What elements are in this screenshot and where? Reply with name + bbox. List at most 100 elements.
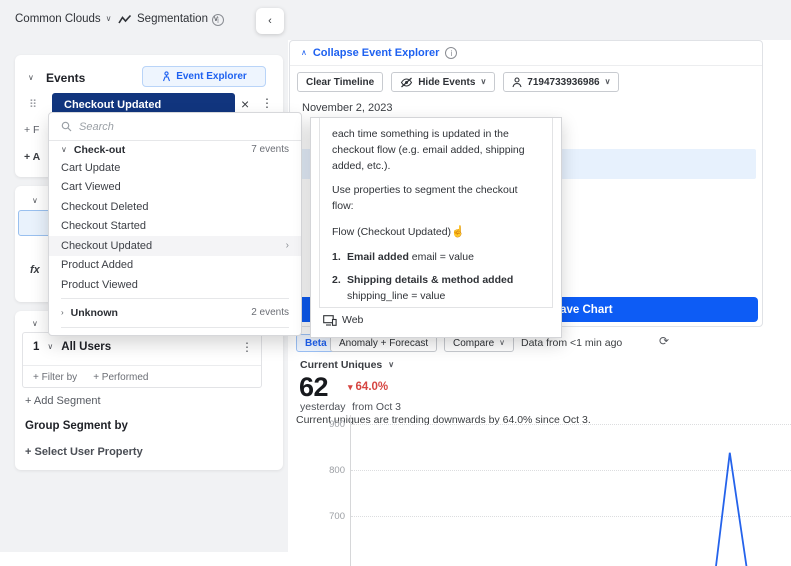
segment-index: 1: [33, 341, 40, 353]
event-explorer-label: Event Explorer: [176, 71, 247, 82]
event-select-dropdown: ∨ Check-out 7 events Cart Update Cart Vi…: [48, 112, 302, 336]
chevron-down-icon[interactable]: ∨: [28, 73, 34, 82]
segment-header[interactable]: 1 ∨ All Users: [33, 341, 111, 353]
group-label: Unknown: [70, 306, 118, 319]
event-explorer-icon: [163, 71, 171, 82]
compare-note: from Oct 3: [352, 401, 402, 413]
group-label: Check-out: [73, 143, 126, 156]
dropdown-item[interactable]: Checkout Deleted: [49, 197, 301, 217]
collapse-sidebar-button[interactable]: ‹: [256, 8, 284, 34]
workspace-selector[interactable]: Common Clouds ∨: [15, 13, 112, 25]
segment-box: 1 ∨ All Users ⋮ + Filter by + Performed: [22, 332, 262, 388]
tooltip-step: 2. Shipping details & method added shippi…: [332, 273, 540, 305]
add-event-link-fragment[interactable]: + A: [24, 151, 40, 163]
tooltip-step: 1. Email added email = value: [332, 250, 540, 266]
chart-type-name: Segmentation: [137, 13, 208, 25]
plot-area: 900 800 700: [329, 415, 791, 566]
step-number: 1.: [332, 250, 341, 263]
segment-name: All Users: [61, 341, 112, 353]
kebab-menu-icon[interactable]: ⋮: [261, 96, 273, 110]
item-label: Checkout Started: [61, 220, 146, 233]
data-freshness-label: Data from <1 min ago: [521, 337, 623, 349]
kebab-menu-icon[interactable]: ⋮: [241, 340, 253, 354]
performed-link[interactable]: + Performed: [93, 372, 148, 383]
chevron-up-icon: ∧: [301, 48, 307, 57]
metric-label: Current Uniques: [300, 359, 383, 371]
refresh-icon[interactable]: ⟳: [659, 334, 669, 348]
dropdown-item[interactable]: Product Viewed: [49, 275, 301, 295]
devices-icon: [323, 314, 337, 326]
event-search-input[interactable]: [79, 120, 259, 133]
hide-events-button[interactable]: Hide Events ∨: [391, 72, 496, 92]
chevron-left-icon: ‹: [268, 15, 272, 27]
eye-slash-icon: [401, 77, 413, 87]
dropdown-item[interactable]: Checkout Started: [49, 217, 301, 237]
event-explorer-button[interactable]: Event Explorer: [142, 66, 266, 87]
platform-row: Web: [311, 308, 561, 332]
chart-type-selector[interactable]: Segmentation ∨: [118, 13, 219, 25]
period-label: yesterday: [300, 401, 346, 413]
y-axis-tick: 700: [329, 511, 345, 523]
filter-by-link-fragment[interactable]: + F: [24, 124, 39, 136]
pointer-cursor-icon: ☝: [451, 225, 465, 238]
select-user-property-link[interactable]: + Select User Property: [25, 446, 143, 458]
chevron-down-icon: ∨: [604, 77, 611, 86]
dropdown-group-unknown[interactable]: › Unknown 2 events: [49, 302, 301, 324]
device-id-label: 7194733936986: [527, 76, 600, 88]
y-axis-tick: 900: [329, 419, 345, 431]
y-axis-tick: 800: [329, 465, 345, 477]
chevron-down-icon: ∨: [61, 144, 67, 154]
event-tooltip-popover: each time something is updated in the ch…: [310, 117, 562, 338]
item-label: Cart Update: [61, 161, 121, 174]
anomaly-forecast-label: Anomaly + Forecast: [339, 337, 429, 349]
group-segment-by-heading: Group Segment by: [25, 420, 128, 432]
info-icon[interactable]: i: [212, 14, 224, 26]
hide-events-label: Hide Events: [418, 76, 476, 88]
group-count: 2 events: [251, 307, 289, 318]
dropdown-item-highlighted[interactable]: Checkout Updated ›: [49, 236, 301, 256]
beta-label: Beta: [305, 337, 327, 349]
step-property: Email added: [347, 250, 409, 263]
search-icon: [61, 121, 72, 132]
dropdown-item[interactable]: Cart Update: [49, 158, 301, 178]
step-detail: shipping_line = value: [347, 290, 446, 302]
chevron-right-icon: ›: [285, 240, 289, 252]
close-icon[interactable]: ×: [241, 96, 249, 112]
page-bottom-strip: [0, 552, 288, 566]
add-segment-link[interactable]: + Add Segment: [25, 395, 101, 407]
drag-handle-icon[interactable]: ⠿: [29, 98, 37, 111]
tooltip-intro: each time something is updated in the ch…: [332, 128, 525, 172]
device-id-selector[interactable]: 7194733936986 ∨: [503, 72, 620, 92]
item-label: Cart Viewed: [61, 181, 121, 194]
user-icon: [512, 76, 522, 87]
tooltip-flow-line: Flow (Checkout Updated)☝: [332, 224, 540, 241]
app-screen: Common Clouds ∨ Segmentation ∨ i ‹ ∨ Eve…: [0, 0, 791, 566]
dropdown-search-row: [49, 113, 301, 141]
tooltip-subtitle: Use properties to segment the checkout f…: [332, 184, 518, 212]
dropdown-group-checkout[interactable]: ∨ Check-out 7 events: [49, 141, 301, 158]
divider: [61, 326, 289, 328]
step-detail: email = value: [411, 250, 474, 263]
formula-fx-label[interactable]: fx: [30, 264, 40, 276]
chevron-down-icon[interactable]: ∨: [32, 196, 38, 205]
chevron-down-icon: ∨: [105, 14, 112, 23]
events-section-title: Events: [46, 71, 86, 85]
divider: [23, 365, 261, 366]
metric-dropdown[interactable]: Current Uniques ∨: [300, 359, 394, 371]
chevron-right-icon: ›: [61, 307, 64, 317]
item-label: Product Added: [61, 259, 134, 272]
chevron-down-icon[interactable]: ∨: [32, 319, 38, 328]
change-badge: ▾ 64.0%: [348, 381, 388, 393]
dropdown-item[interactable]: Cart Viewed: [49, 178, 301, 198]
timeline-date: November 2, 2023: [302, 102, 393, 114]
filter-by-link[interactable]: + Filter by: [33, 372, 77, 383]
clear-timeline-button[interactable]: Clear Timeline: [297, 72, 384, 92]
selected-event-label: Checkout Updated: [64, 99, 162, 111]
step-number: 2.: [332, 274, 341, 287]
collapse-event-explorer-link[interactable]: Collapse Event Explorer: [313, 47, 440, 59]
workspace-name: Common Clouds: [15, 13, 101, 25]
divider: [61, 297, 289, 299]
dropdown-item[interactable]: Product Added: [49, 256, 301, 276]
info-icon[interactable]: i: [445, 47, 458, 59]
flow-label: Flow (Checkout Updated): [332, 225, 452, 238]
